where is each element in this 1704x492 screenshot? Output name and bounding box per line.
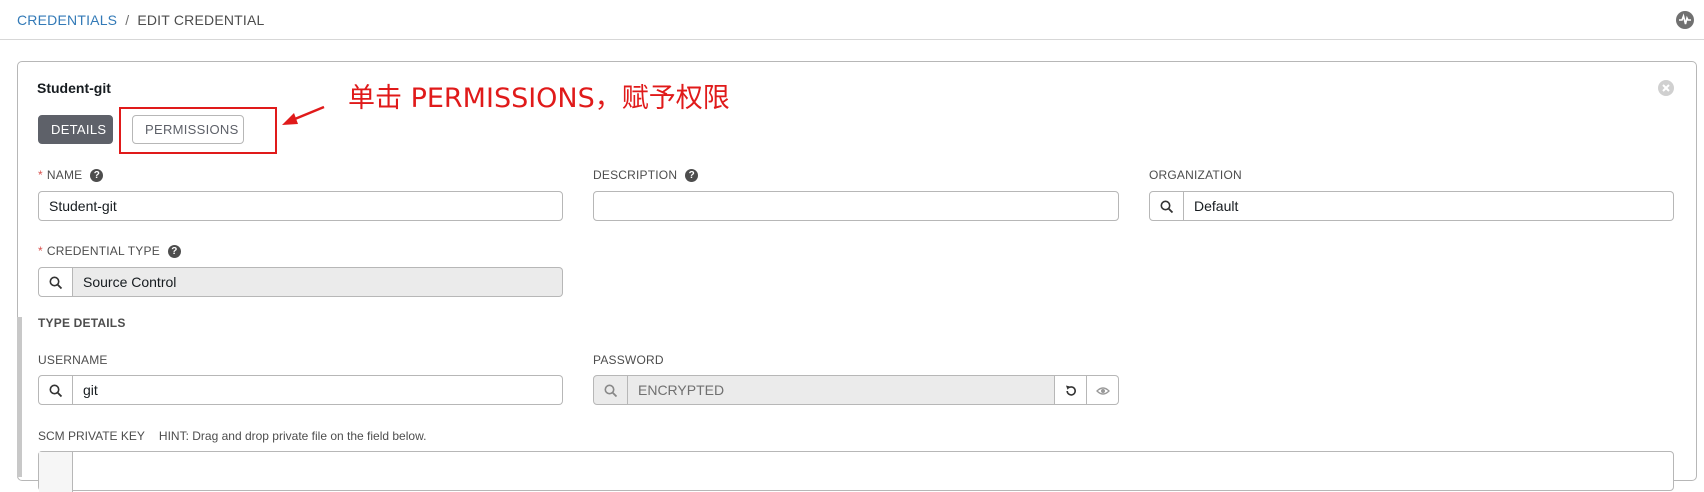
search-icon bbox=[49, 384, 63, 398]
revert-icon bbox=[1066, 385, 1076, 396]
credential-type-search-button[interactable] bbox=[38, 267, 73, 297]
search-icon bbox=[49, 276, 63, 290]
breadcrumb-current: EDIT CREDENTIAL bbox=[137, 12, 265, 28]
search-icon bbox=[1160, 200, 1174, 214]
type-details-heading: TYPE DETAILS bbox=[38, 316, 126, 330]
top-bar: CREDENTIALS / EDIT CREDENTIAL bbox=[0, 0, 1704, 40]
credential-type-lookup: Source Control bbox=[38, 267, 563, 297]
name-label: * NAME ? bbox=[38, 168, 104, 182]
password-search-button bbox=[593, 375, 628, 405]
type-details-indicator bbox=[17, 317, 22, 477]
help-icon[interactable]: ? bbox=[685, 168, 699, 182]
help-icon[interactable]: ? bbox=[90, 168, 104, 182]
username-input[interactable]: git bbox=[73, 375, 563, 405]
credential-type-label: * CREDENTIAL TYPE ? bbox=[38, 244, 181, 258]
scm-private-key-hint: HINT: Drag and drop private file on the … bbox=[158, 429, 427, 443]
scm-private-key-label: SCM PRIVATE KEY HINT: Drag and drop priva… bbox=[38, 429, 426, 443]
annotation-highlight-box bbox=[119, 107, 277, 154]
password-revert-button[interactable] bbox=[1055, 375, 1087, 405]
close-icon[interactable] bbox=[1658, 80, 1674, 96]
description-label-text: DESCRIPTION bbox=[593, 168, 678, 182]
password-show-button[interactable] bbox=[1087, 375, 1119, 405]
help-icon[interactable]: ? bbox=[167, 244, 181, 258]
username-search-button[interactable] bbox=[38, 375, 73, 405]
breadcrumb: CREDENTIALS / EDIT CREDENTIAL bbox=[17, 12, 265, 28]
password-label-text: PASSWORD bbox=[593, 353, 664, 367]
annotation-arrow bbox=[282, 105, 325, 125]
line-number-gutter bbox=[39, 452, 73, 492]
search-icon bbox=[604, 384, 618, 398]
password-label: PASSWORD bbox=[593, 353, 664, 367]
credential-type-input[interactable]: Source Control bbox=[73, 267, 563, 297]
organization-lookup: Default bbox=[1149, 191, 1674, 221]
scm-private-key-label-text: SCM PRIVATE KEY bbox=[38, 429, 145, 443]
organization-input[interactable]: Default bbox=[1184, 191, 1674, 221]
breadcrumb-separator: / bbox=[125, 12, 130, 28]
activity-stream-icon[interactable] bbox=[1676, 11, 1694, 29]
scm-private-key-textarea[interactable] bbox=[38, 451, 1674, 492]
credential-type-label-text: CREDENTIAL TYPE bbox=[46, 244, 160, 258]
organization-label-text: ORGANIZATION bbox=[1149, 168, 1242, 182]
organization-search-button[interactable] bbox=[1149, 191, 1184, 221]
password-input[interactable]: ENCRYPTED bbox=[628, 375, 1055, 405]
name-label-text: NAME bbox=[46, 168, 83, 182]
breadcrumb-credentials-link[interactable]: CREDENTIALS bbox=[17, 12, 117, 28]
organization-label: ORGANIZATION bbox=[1149, 168, 1242, 182]
required-marker: * bbox=[38, 168, 43, 182]
username-label: USERNAME bbox=[38, 353, 108, 367]
name-input[interactable]: Student-git bbox=[38, 191, 563, 221]
username-label-text: USERNAME bbox=[38, 353, 108, 367]
password-field-group: ENCRYPTED bbox=[593, 375, 1119, 405]
description-input[interactable] bbox=[593, 191, 1119, 221]
panel-title: Student-git bbox=[37, 80, 111, 96]
description-label: DESCRIPTION ? bbox=[593, 168, 699, 182]
username-lookup: git bbox=[38, 375, 563, 405]
annotation-text: 单击 PERMISSIONS，赋予权限 bbox=[348, 83, 730, 114]
eye-icon bbox=[1096, 387, 1110, 395]
tab-details[interactable]: DETAILS bbox=[38, 115, 113, 144]
required-marker: * bbox=[38, 244, 43, 258]
